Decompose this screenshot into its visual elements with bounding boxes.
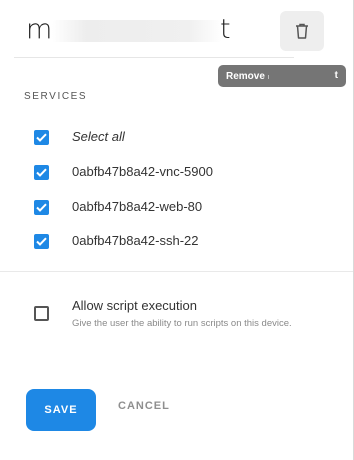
services-section-label: SERVICES [24, 91, 88, 102]
service-row[interactable]: 0abfb47b8a42-vnc-5900 [34, 162, 213, 182]
tooltip-text: Remove [226, 70, 265, 82]
service-label-vnc: 0abfb47b8a42-vnc-5900 [72, 164, 213, 179]
tooltip-obscured-text [268, 75, 269, 79]
service-row[interactable]: 0abfb47b8a42-web-80 [34, 197, 202, 217]
title-underline [14, 57, 294, 58]
save-button[interactable]: SAVE [26, 389, 96, 431]
tooltip-text-end: t [334, 70, 338, 81]
checkmark-icon [36, 133, 47, 142]
select-all-row[interactable]: Select all [34, 127, 125, 147]
service-checkbox-ssh[interactable] [34, 233, 49, 249]
script-execution-label: Allow script execution [72, 298, 197, 313]
trash-icon [296, 23, 308, 39]
delete-button[interactable] [280, 11, 324, 51]
script-execution-checkbox[interactable] [34, 305, 49, 321]
checkmark-icon [36, 203, 47, 212]
service-checkbox-web[interactable] [34, 199, 49, 215]
cancel-button[interactable]: CANCEL [118, 400, 170, 412]
remove-tooltip: Remove t [218, 65, 346, 87]
checkmark-icon [36, 237, 47, 246]
section-divider [0, 271, 353, 272]
service-label-ssh: 0abfb47b8a42-ssh-22 [72, 233, 199, 248]
select-all-checkbox[interactable] [34, 129, 49, 145]
script-execution-description: Give the user the ability to run scripts… [72, 318, 292, 329]
script-execution-row[interactable] [34, 303, 49, 323]
service-row[interactable]: 0abfb47b8a42-ssh-22 [34, 231, 199, 251]
service-checkbox-vnc[interactable] [34, 164, 49, 180]
select-all-label: Select all [72, 129, 125, 144]
dialog-title-start: m [26, 14, 53, 45]
service-label-web: 0abfb47b8a42-web-80 [72, 199, 203, 214]
checkmark-icon [36, 168, 47, 177]
dialog-title-obscured [52, 20, 222, 42]
dialog-title-end: t [220, 14, 231, 45]
